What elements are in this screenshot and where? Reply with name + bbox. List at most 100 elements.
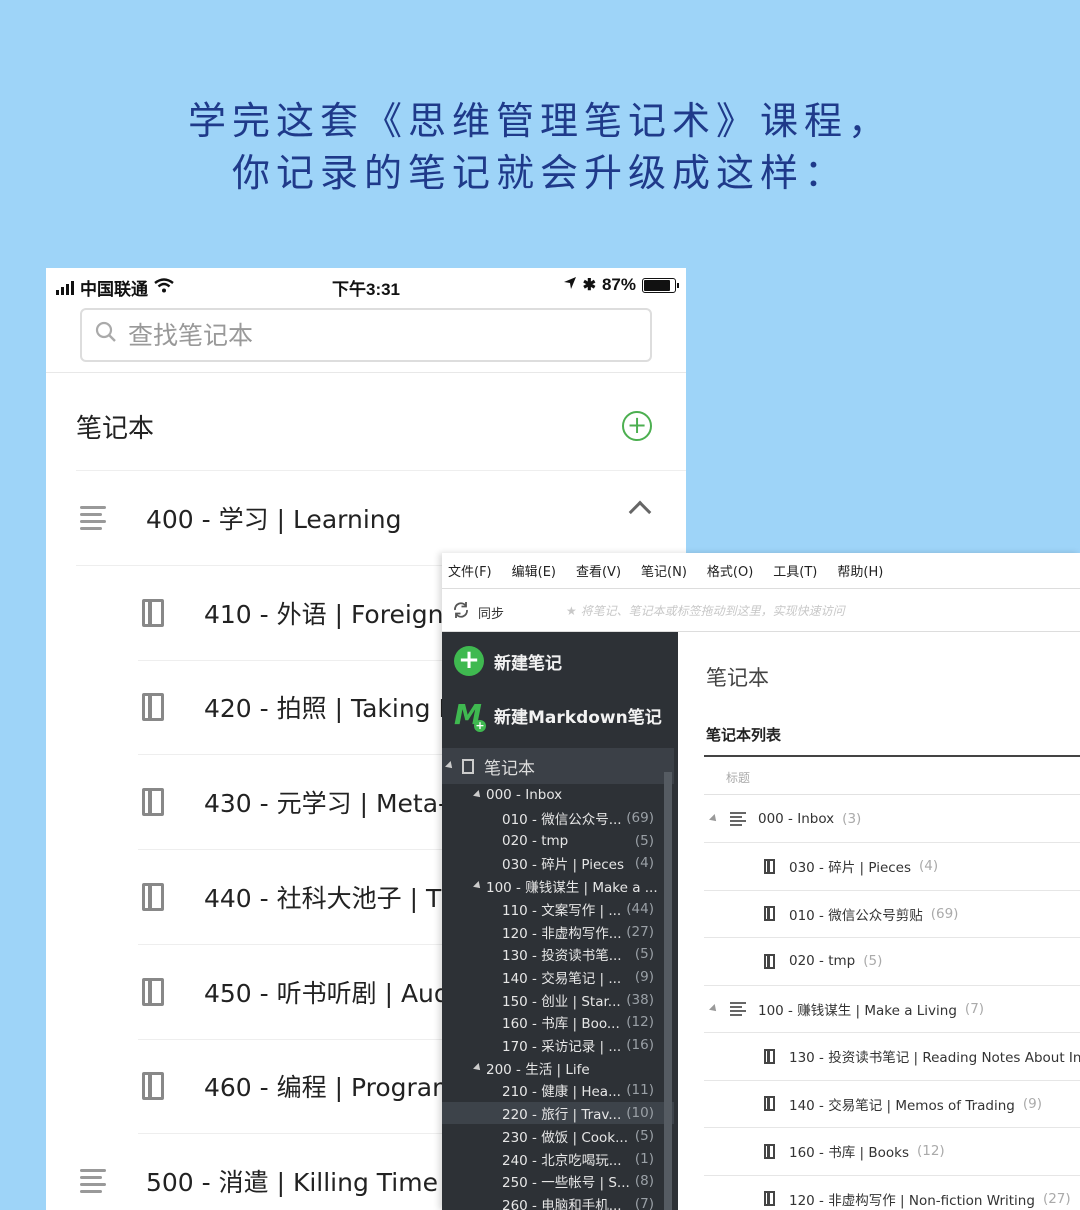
add-notebook-button[interactable]: + [622, 411, 652, 441]
notebook-row[interactable]: 460 - 编程 | Program [142, 1039, 456, 1133]
tree-item[interactable]: 160 - 书库 | Boo... (12) [442, 1011, 674, 1034]
quick-access-hint: 将笔记、笔记本或标签拖动到这里，实现快速访问 [580, 604, 845, 618]
tree-item-label: 100 - 赚钱谋生 | Make a ... [486, 880, 658, 897]
expand-triangle-icon[interactable] [473, 790, 483, 801]
expand-triangle-icon[interactable] [709, 813, 719, 824]
notebook-icon [142, 788, 164, 817]
notebook-row[interactable]: 410 - 外语 | Foreign I [142, 566, 459, 660]
tree-item[interactable]: 250 - 一些帐号 | S... (8) [442, 1170, 674, 1193]
notebook-icon [142, 977, 164, 1006]
tree-item-label: 110 - 文案写作 | ... [502, 902, 622, 919]
note-count: (5) [634, 946, 654, 963]
column-header-title[interactable]: 标题 [726, 769, 750, 786]
sync-label: 同步 [478, 606, 505, 622]
menu-item[interactable]: 帮助(H) [837, 561, 883, 580]
notebook-row[interactable]: 160 - 书库 | Books (12) [764, 1128, 1080, 1176]
notebook-icon [142, 598, 164, 627]
notebook-stack-row[interactable]: 500 - 消遣 | Killing Time [80, 1134, 438, 1210]
tree-item[interactable]: 240 - 北京吃喝玩... (1) [442, 1147, 674, 1170]
search-field[interactable] [80, 308, 652, 362]
notebook-row[interactable]: 030 - 碎片 | Pieces (4) [764, 843, 1080, 891]
notebook-label: 020 - tmp [789, 953, 856, 970]
tree-item-label: 250 - 一些帐号 | S... [502, 1175, 630, 1192]
tree-item[interactable]: 260 - 电脑和手机... (7) [442, 1193, 674, 1210]
tree-item[interactable]: 100 - 赚钱谋生 | Make a ... [442, 875, 674, 898]
notebook-row[interactable]: 420 - 拍照 | Taking P [142, 660, 454, 754]
note-count: (4) [634, 855, 654, 872]
panel-title: 笔记本 [706, 666, 769, 690]
menu-item[interactable]: 查看(V) [576, 561, 621, 580]
search-input[interactable] [128, 320, 608, 350]
notebook-row[interactable]: 130 - 投资读书笔记 | Reading Notes About In [764, 1033, 1080, 1081]
new-note-button[interactable]: + 新建笔记 [454, 646, 562, 676]
tree-item[interactable]: 210 - 健康 | Hea... (11) [442, 1079, 674, 1102]
tree-item-label: 230 - 做饭 | Cook... [502, 1129, 628, 1146]
notebook-row[interactable]: 140 - 交易笔记 | Memos of Trading (9) [764, 1080, 1080, 1128]
note-count: (38) [626, 991, 654, 1008]
notebook-row[interactable]: 430 - 元学习 | Meta- [142, 755, 447, 849]
tree-item[interactable]: 030 - 碎片 | Pieces (4) [442, 852, 674, 875]
notebook-label: 460 - 编程 | Program [204, 1073, 457, 1103]
notebook-icon [764, 1191, 775, 1207]
notebook-icon [764, 1096, 775, 1112]
note-count: (1) [634, 1150, 654, 1167]
notebook-row[interactable]: 020 - tmp (5) [764, 938, 1080, 986]
notebook-stack-row[interactable]: 400 - 学习 | Learning [80, 471, 401, 565]
notebook-row[interactable]: 120 - 非虚构写作 | Non-fiction Writing (27) [764, 1175, 1080, 1210]
tree-item[interactable]: 010 - 微信公众号... (69) [442, 807, 674, 830]
tree-item[interactable]: 220 - 旅行 | Trav... (10) [442, 1101, 674, 1125]
menu-item[interactable]: 格式(O) [707, 561, 753, 580]
note-count: (12) [916, 1143, 945, 1160]
stack-row[interactable]: 100 - 赚钱谋生 | Make a Living (7) [709, 985, 1080, 1033]
desktop-window: 文件(F) 编辑(E) 查看(V) 笔记(N) 格式(O) 工具(T) 帮助(H) 同步 ★… [442, 553, 1080, 1210]
tree-item-label: 030 - 碎片 | Pieces [502, 857, 625, 874]
battery-percent: 87% [601, 275, 636, 294]
expand-triangle-icon[interactable] [473, 881, 483, 892]
quick-access-bar[interactable]: ★ 将笔记、笔记本或标签拖动到这里，实现快速访问 [566, 602, 845, 619]
note-count: (10) [626, 1105, 654, 1122]
new-markdown-button[interactable]: M 新建Markdown笔记 [454, 700, 662, 732]
collapse-chevron-icon[interactable] [628, 500, 652, 524]
tree-item-label: 220 - 旅行 | Trav... [502, 1107, 622, 1124]
notebook-icon [764, 858, 775, 874]
stack-icon [730, 811, 746, 826]
section-title: 笔记本 [76, 414, 155, 444]
tree-item[interactable]: 130 - 投资读书笔... (5) [442, 943, 674, 966]
notebook-label: 140 - 交易笔记 | Memos of Trading [789, 1097, 1015, 1114]
menu-bar: 文件(F) 编辑(E) 查看(V) 笔记(N) 格式(O) 工具(T) 帮助(H) [442, 553, 1080, 589]
notebook-label: 410 - 外语 | Foreign I [204, 599, 459, 629]
tree-item[interactable]: 150 - 创业 | Star... (38) [442, 988, 674, 1011]
tree-item-label: 140 - 交易笔记 | ... [502, 970, 622, 987]
tree-item-label: 240 - 北京吃喝玩... [502, 1152, 622, 1169]
sync-button[interactable]: 同步 [452, 601, 504, 623]
stack-row[interactable]: 000 - Inbox (3) [709, 795, 1080, 843]
notebook-row[interactable]: 440 - 社科大池子 | T [142, 850, 441, 944]
note-count: (9) [1022, 1095, 1042, 1112]
expand-triangle-icon[interactable] [709, 1003, 719, 1014]
notebook-row[interactable]: 450 - 听书听剧 | Aud [142, 945, 450, 1039]
tree-item-label: 130 - 投资读书笔... [502, 948, 622, 965]
notebooks-header[interactable]: 笔记本 [442, 748, 674, 784]
note-count: (27) [626, 923, 654, 940]
notebook-label: 100 - 赚钱谋生 | Make a Living [758, 1002, 957, 1019]
menu-item[interactable]: 编辑(E) [512, 561, 556, 580]
tree-item[interactable]: 140 - 交易笔记 | ... (9) [442, 966, 674, 989]
tree-item-label: 000 - Inbox [486, 787, 563, 804]
tree-item[interactable]: 120 - 非虚构写作... (27) [442, 920, 674, 943]
menu-item[interactable]: 工具(T) [773, 561, 817, 580]
tree-item[interactable]: 200 - 生活 | Life [442, 1056, 674, 1079]
notebook-row[interactable]: 010 - 微信公众号剪贴 (69) [764, 890, 1080, 938]
menu-item[interactable]: 笔记(N) [641, 561, 687, 580]
tree-item[interactable]: 170 - 采访记录 | ... (16) [442, 1034, 674, 1057]
plus-icon: + [454, 646, 484, 676]
note-count: (8) [634, 1173, 654, 1190]
note-count: (7) [964, 1000, 985, 1017]
tree-item[interactable]: 020 - tmp (5) [442, 829, 674, 852]
tree-item[interactable]: 230 - 做饭 | Cook... (5) [442, 1125, 674, 1148]
expand-triangle-icon[interactable] [473, 1062, 483, 1073]
menu-item[interactable]: 文件(F) [448, 561, 492, 580]
scrollbar[interactable] [664, 772, 672, 1210]
tree-item[interactable]: 110 - 文案写作 | ... (44) [442, 898, 674, 921]
search-icon [94, 320, 118, 350]
tree-item[interactable]: 000 - Inbox [442, 784, 674, 807]
